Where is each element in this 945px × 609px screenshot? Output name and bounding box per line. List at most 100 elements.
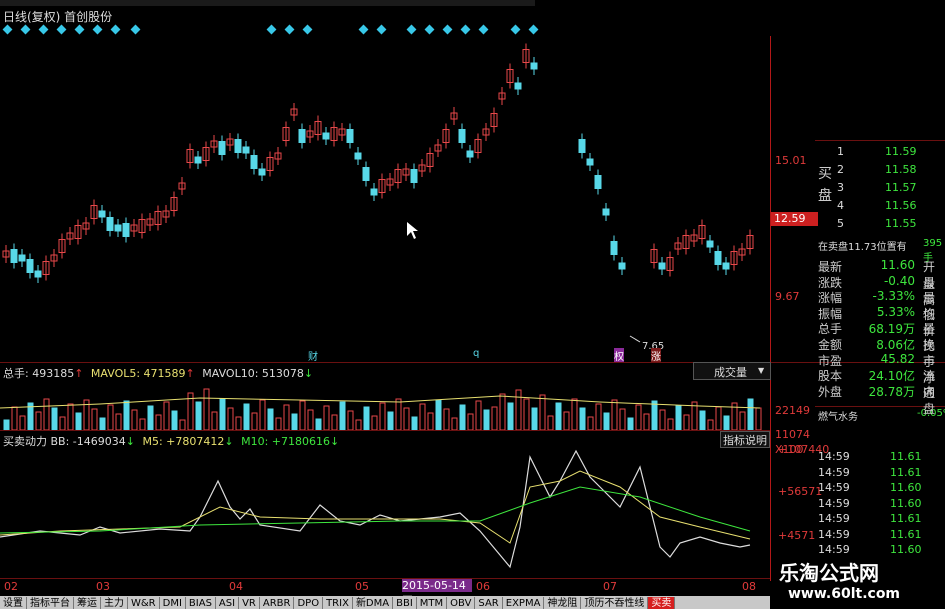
- volume-bar: [563, 411, 570, 430]
- stat-row: 市盈 45.82 市净: [815, 352, 945, 385]
- stat-value: 11.60: [880, 258, 915, 272]
- diamond-marker-icon[interactable]: [20, 24, 31, 35]
- diamond-marker-icon[interactable]: [110, 24, 121, 35]
- volume-bar: [403, 407, 410, 430]
- candle-body: [194, 156, 202, 164]
- buy-level-row[interactable]: 4 11.56: [837, 199, 945, 217]
- stat-key: 涨跌: [818, 275, 843, 290]
- last-price-tag: 12.59: [771, 212, 818, 226]
- buy-level-row[interactable]: 2 11.58: [837, 163, 945, 181]
- diamond-marker-icon[interactable]: [510, 24, 521, 35]
- trade-row: 14:59 11.60: [818, 481, 945, 497]
- divider: [0, 362, 945, 363]
- mouse-cursor-icon: [407, 222, 418, 239]
- indicator-tab[interactable]: 顶历不吞性线: [581, 597, 649, 609]
- stat-value: 5.33%: [876, 304, 915, 319]
- diamond-marker-icon[interactable]: [130, 24, 141, 35]
- indicator-tab[interactable]: EXPMA: [503, 597, 545, 609]
- indicator-tab[interactable]: 神龙阻: [544, 597, 582, 609]
- volume-bar: [275, 417, 282, 430]
- volume-chart[interactable]: [0, 378, 770, 430]
- candle-body: [346, 129, 354, 143]
- diamond-marker-icon[interactable]: [442, 24, 453, 35]
- event-marker-q[interactable]: q: [473, 348, 479, 359]
- candle-body: [530, 62, 538, 70]
- indicator-tab[interactable]: 指标平台: [27, 597, 74, 609]
- price-label-high: 15.01: [775, 154, 807, 167]
- trade-row: 14:59 11.61: [818, 512, 945, 528]
- indicator-tab[interactable]: OBV: [447, 597, 476, 609]
- buy-level-row[interactable]: 5 11.55: [837, 217, 945, 235]
- diamond-marker-icon[interactable]: [406, 24, 417, 35]
- indicator-tab[interactable]: W&R: [128, 597, 160, 609]
- indicator-chart[interactable]: [0, 447, 770, 577]
- indicator-tab[interactable]: ARBR: [260, 597, 295, 609]
- volume-bar: [451, 417, 458, 430]
- volume-bar: [603, 412, 610, 430]
- stat-key: 总手: [818, 322, 843, 337]
- diamond-marker-icon[interactable]: [2, 24, 13, 35]
- divider: [0, 430, 770, 431]
- indicator-tab[interactable]: MTM: [417, 597, 448, 609]
- indicator-tab[interactable]: VR: [239, 597, 260, 609]
- indicator-tab[interactable]: DMI: [160, 597, 186, 609]
- diamond-marker-icon[interactable]: [424, 24, 435, 35]
- volume-bar: [99, 417, 106, 430]
- trade-price: 11.60: [890, 496, 922, 510]
- volume-bar: [155, 414, 162, 430]
- buy-level-row[interactable]: 1 11.59: [837, 145, 945, 163]
- event-marker-zhang[interactable]: 涨: [651, 348, 661, 363]
- candle-body: [466, 150, 474, 158]
- candle-body: [722, 262, 730, 270]
- diamond-marker-icon[interactable]: [302, 24, 313, 35]
- diamond-marker-icon[interactable]: [376, 24, 387, 35]
- diamond-marker-icon[interactable]: [460, 24, 471, 35]
- indicator-tab[interactable]: BBI: [393, 597, 417, 609]
- indicator-tab[interactable]: 买卖: [648, 597, 676, 609]
- diamond-marker-icon[interactable]: [358, 24, 369, 35]
- trade-price: 11.61: [890, 465, 922, 479]
- indicator-tab[interactable]: DPO: [294, 597, 324, 609]
- indicator-axis-low: +4571: [778, 529, 816, 542]
- diamond-marker-icon[interactable]: [284, 24, 295, 35]
- volume-bar: [259, 399, 266, 430]
- stat-key: 涨幅: [818, 291, 843, 306]
- event-marker-cai[interactable]: 财: [308, 348, 318, 363]
- diamond-marker-icon[interactable]: [266, 24, 277, 35]
- volume-bar: [107, 404, 114, 430]
- indicator-tab[interactable]: 设置: [0, 597, 27, 609]
- chart-title: 日线(复权) 首创股份: [3, 10, 113, 24]
- indicator-tab[interactable]: 筹运: [74, 597, 101, 609]
- volume-bar: [467, 413, 474, 430]
- diamond-marker-icon[interactable]: [92, 24, 103, 35]
- diamond-marker-icon[interactable]: [56, 24, 67, 35]
- candle-body: [26, 259, 34, 273]
- indicator-tab[interactable]: ASI: [216, 597, 240, 609]
- price-axis-line: [770, 36, 771, 581]
- indicator-tab-bar: 设置 指标平台 筹运 主力 W&R DMI BIAS ASI VR ARBR DPO TRIX 新DMA…: [0, 596, 770, 609]
- indicator-tab[interactable]: 新DMA: [353, 597, 394, 609]
- indicator-help-button[interactable]: 指标说明: [720, 431, 770, 448]
- indicator-tab[interactable]: BIAS: [186, 597, 216, 609]
- volume-bar: [131, 409, 138, 430]
- volume-axis-top: 22149: [775, 404, 810, 417]
- buy-price: 11.58: [885, 163, 917, 176]
- buy-level-row[interactable]: 3 11.57: [837, 181, 945, 199]
- date-label: 08: [742, 580, 756, 593]
- event-markers-row: [0, 24, 770, 36]
- candle-body: [578, 139, 586, 153]
- diamond-marker-icon[interactable]: [74, 24, 85, 35]
- candlestick-chart[interactable]: [0, 36, 770, 362]
- volume-bar: [547, 415, 554, 430]
- indicator-tab[interactable]: TRIX: [323, 597, 353, 609]
- volume-bar: [379, 402, 386, 430]
- volume-bar: [171, 410, 178, 430]
- stat-row: 股本 24.10亿 流通: [815, 367, 945, 400]
- stat-value: -3.33%: [872, 289, 915, 304]
- event-marker-quan[interactable]: 权: [614, 348, 624, 363]
- diamond-marker-icon[interactable]: [478, 24, 489, 35]
- indicator-tab[interactable]: SAR: [475, 597, 503, 609]
- diamond-marker-icon[interactable]: [528, 24, 539, 35]
- diamond-marker-icon[interactable]: [38, 24, 49, 35]
- indicator-tab[interactable]: 主力: [101, 597, 128, 609]
